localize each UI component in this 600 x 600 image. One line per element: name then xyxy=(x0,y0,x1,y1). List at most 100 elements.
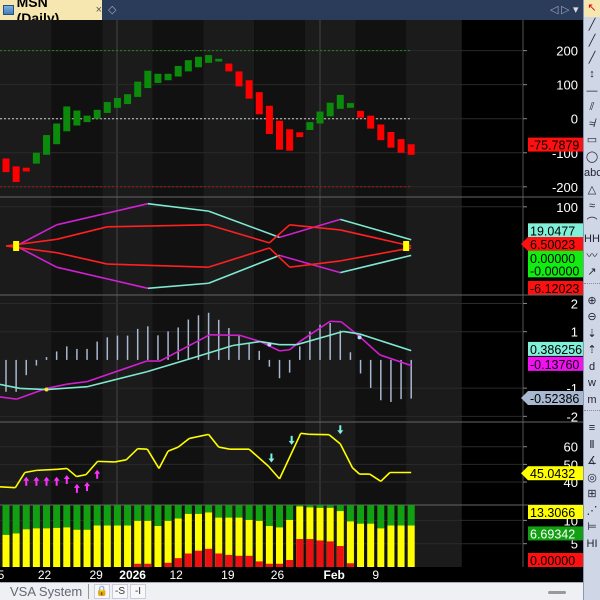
volume-bar-yellow xyxy=(286,519,294,567)
volume-bar-red xyxy=(235,555,243,567)
tool-icon-18[interactable]: ⊕ xyxy=(584,293,600,310)
tool-icon-26[interactable]: ≡ xyxy=(584,420,600,437)
volume-bar-green xyxy=(367,505,375,524)
candle-down xyxy=(12,166,20,183)
value-tag-label: 19.0477 xyxy=(530,224,575,238)
close-tab-icon[interactable]: × xyxy=(96,4,102,16)
tool-icon-0[interactable]: ↖ xyxy=(584,0,600,17)
volume-bar-yellow xyxy=(43,528,51,567)
volume-bar-green xyxy=(316,505,324,508)
volume-bar-red xyxy=(205,548,213,567)
volume-bar-green xyxy=(164,505,172,521)
tool-icon-1[interactable]: ╱ xyxy=(584,17,600,34)
volume-bar-green xyxy=(387,505,395,526)
tool-icon-16[interactable]: ↗ xyxy=(584,264,600,281)
tool-icon-24[interactable]: m xyxy=(584,392,600,409)
volume-bar-green xyxy=(83,505,91,530)
tool-icon-2[interactable]: ╱ xyxy=(584,33,600,50)
sheet-tab-bar: VSA System 🔒 -S -I xyxy=(0,582,583,600)
tool-icon-21[interactable]: ⇡ xyxy=(584,342,600,359)
tool-icon-11[interactable]: △ xyxy=(584,182,600,199)
value-tag-label: -0.13760 xyxy=(530,358,579,372)
lock-button[interactable]: 🔒 xyxy=(94,584,110,599)
tool-icon-22[interactable]: d xyxy=(584,359,600,376)
signal-marker xyxy=(13,241,20,251)
tool-icon-8[interactable]: ▭ xyxy=(584,132,600,149)
volume-bar-green xyxy=(265,505,273,526)
volume-bar-red xyxy=(215,553,223,567)
candle-down xyxy=(2,158,10,173)
add-sheet-button[interactable]: -S xyxy=(112,584,128,599)
tool-icon-19[interactable]: ⊖ xyxy=(584,309,600,326)
tool-icon-4[interactable]: ↕ xyxy=(584,66,600,83)
insert-pane-button[interactable]: -I xyxy=(130,584,146,599)
tool-icon-27[interactable]: Ⅱ xyxy=(584,437,600,454)
volume-bar-green xyxy=(255,505,263,521)
tool-icon-29[interactable]: ◎ xyxy=(584,470,600,487)
crossover-dot xyxy=(357,335,362,340)
indicator-line xyxy=(300,432,310,436)
tab-menu-icon[interactable]: ▾ xyxy=(573,3,579,16)
volume-bar-green xyxy=(276,505,284,528)
volume-bar-yellow xyxy=(73,529,81,567)
tool-icon-31[interactable]: ⋰ xyxy=(584,503,600,520)
tool-icon-6[interactable]: ⫽ xyxy=(584,99,600,116)
tool-icon-32[interactable]: ⊨ xyxy=(584,519,600,536)
volume-bar-yellow xyxy=(397,525,405,567)
candle-up xyxy=(205,55,213,63)
candle-up xyxy=(336,94,344,109)
tool-icon-20[interactable]: ⇣ xyxy=(584,326,600,343)
pin-icon[interactable]: ◇ xyxy=(108,3,116,16)
candle-down xyxy=(265,105,273,135)
next-tab-icon[interactable]: ▷ xyxy=(561,3,569,16)
value-tag-label: 0.00000 xyxy=(530,554,575,568)
indicator-line xyxy=(20,387,47,391)
tool-icon-5[interactable]: — xyxy=(584,83,600,100)
axis-tick-label: 1 xyxy=(571,325,578,340)
candle-down xyxy=(357,110,365,118)
tool-icon-14[interactable]: HH xyxy=(584,231,600,248)
value-tag-label: 45.0432 xyxy=(530,467,575,481)
value-tag-label: 0.386256 xyxy=(530,343,582,357)
volume-bar-yellow xyxy=(144,520,152,567)
volume-bar-yellow xyxy=(255,520,263,567)
volume-bar-red xyxy=(184,553,192,567)
horizontal-scrollbar[interactable] xyxy=(548,591,566,594)
volume-bar-green xyxy=(134,505,142,521)
prev-tab-icon[interactable]: ◁ xyxy=(550,3,558,16)
candle-down xyxy=(225,63,233,72)
volume-bar-yellow xyxy=(2,534,10,567)
tool-icon-10[interactable]: abc xyxy=(584,165,600,182)
volume-bar-green xyxy=(194,505,202,514)
tool-icon-28[interactable]: ∡ xyxy=(584,453,600,470)
axis-tick-label: 200 xyxy=(556,44,578,59)
tool-icon-7[interactable]: ≉ xyxy=(584,116,600,133)
chart-area[interactable]: 2001000-100-200-75.787910019.04776.50023… xyxy=(0,20,583,582)
candle-down xyxy=(296,132,304,138)
tool-icon-33[interactable]: HI xyxy=(584,536,600,553)
chart-tab-msn[interactable]: MSN (Daily) × xyxy=(0,0,102,26)
volume-bar-red xyxy=(346,563,354,567)
volume-bar-red xyxy=(245,555,253,567)
date-axis-label: 9 xyxy=(372,568,379,582)
volume-bar-green xyxy=(2,505,10,535)
indicator-line xyxy=(330,320,342,323)
volume-bar-green xyxy=(235,505,243,518)
candle-up xyxy=(83,115,91,123)
tool-icon-15[interactable]: 〰 xyxy=(584,248,600,265)
volume-bar-green xyxy=(184,505,192,514)
tool-icon-30[interactable]: ⊞ xyxy=(584,486,600,503)
sheet-tab-vsa-system[interactable]: VSA System xyxy=(4,584,90,599)
tool-icon-3[interactable]: ╱ xyxy=(584,50,600,67)
candle-up xyxy=(326,102,334,117)
volume-bar-red xyxy=(255,561,263,567)
tool-icon-23[interactable]: w xyxy=(584,375,600,392)
value-tag-label: 6.50023 xyxy=(530,238,575,252)
candle-up xyxy=(53,123,61,145)
volume-bar-green xyxy=(32,505,40,529)
volume-bar-green xyxy=(225,505,233,518)
tool-icon-9[interactable]: ◯ xyxy=(584,149,600,166)
tool-icon-13[interactable]: ⌒ xyxy=(584,215,600,232)
tool-icon-12[interactable]: ≈ xyxy=(584,198,600,215)
volume-bar-red xyxy=(286,560,294,567)
